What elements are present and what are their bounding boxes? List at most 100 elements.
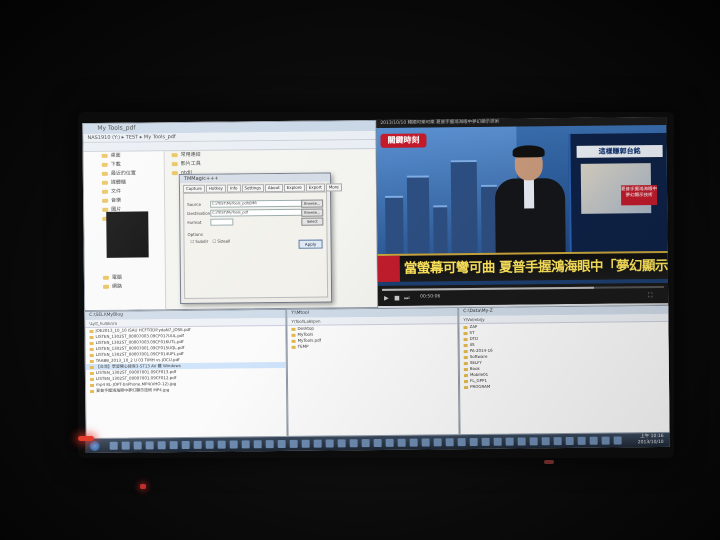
taskbar-app-icon[interactable] (277, 439, 286, 449)
red-indicator-light (78, 436, 94, 441)
taskbar-app-icon[interactable] (397, 438, 406, 447)
list-item[interactable]: PROGRAM (460, 382, 670, 390)
taskbar-app-icon[interactable] (313, 439, 322, 448)
taskbar-app-icon[interactable] (253, 440, 262, 449)
taskbar-app-icon[interactable] (493, 437, 502, 446)
taskbar-app-icon[interactable] (553, 437, 562, 446)
dialog-tab[interactable]: Explore (283, 183, 305, 192)
taskbar-app-icon[interactable] (169, 441, 178, 450)
folder-icon (464, 385, 469, 389)
taskbar-app-icon[interactable] (325, 439, 334, 448)
dialog-tab[interactable]: Settings (241, 184, 264, 193)
taskbar-app-icon[interactable] (109, 441, 118, 450)
play-icon[interactable]: ▶ (384, 295, 389, 302)
taskbar-app-icon[interactable] (349, 439, 358, 448)
taskbar-app-icon[interactable] (229, 440, 238, 449)
seek-bar[interactable] (382, 285, 665, 291)
taskbar-app-icon[interactable] (193, 440, 202, 449)
nav-item[interactable]: 網路 (85, 282, 165, 292)
dialog-tab[interactable]: About (264, 183, 283, 193)
destination-field[interactable]: C:\TEST\MyTools_pdf (210, 208, 306, 217)
next-icon[interactable]: ⏭ (404, 295, 409, 303)
folder-icon (291, 327, 296, 331)
apply-button[interactable]: Apply (298, 239, 323, 249)
ticker-accent (377, 255, 400, 282)
taskbar-app-icon[interactable] (205, 440, 214, 449)
stop-icon[interactable]: ■ (394, 295, 400, 302)
dialog-tab[interactable]: Capture (182, 184, 205, 194)
source-field[interactable]: C:\TEST\MyTools_pdf\EMR (210, 199, 306, 208)
select-button[interactable]: Select (301, 217, 324, 226)
file-pane-middle[interactable]: Y:\Mtool Y\Tool\LaB\pvn Desktop MyTools … (286, 307, 460, 437)
taskbar-app-icon[interactable] (133, 441, 142, 450)
browse-button[interactable]: Browse... (301, 199, 324, 208)
taskbar-app-icon[interactable] (541, 437, 550, 446)
list-item[interactable]: 夏普手握鴻海眼中夢幻顯示技術 MP4.jpg (86, 386, 286, 394)
info-panel: 這樣賺郭台銘 夏普手握鴻海眼中夢幻顯示技術 (568, 132, 668, 254)
system-clock[interactable]: 上午 10:16 2013/10/10 (638, 434, 664, 446)
file-icon (89, 371, 94, 375)
taskbar-app-icon[interactable] (601, 436, 610, 445)
taskbar-app-icon[interactable] (265, 440, 274, 449)
video-player-window[interactable]: 2013/10/10 韓國可樂可樂 夏普手握鴻海眼中夢幻顯示技術 關鍵時刻 這樣… (376, 116, 669, 306)
options-label: Options (187, 231, 203, 237)
taskbar-app-icon[interactable] (181, 440, 190, 450)
taskbar-app-icon[interactable] (289, 439, 298, 448)
format-select[interactable] (210, 218, 234, 226)
taskbar-app-icon[interactable] (385, 438, 394, 447)
dialog-tab[interactable]: Hotkey (205, 184, 226, 193)
taskbar-app-icon[interactable] (433, 438, 442, 447)
taskbar-app-icon[interactable] (373, 438, 382, 448)
anchor-shirt (523, 178, 535, 209)
folder-icon (463, 379, 469, 383)
ticker-headline: 當螢幕可彎可曲 夏普手握鴻海眼中「夢幻顯示技術」! (403, 257, 668, 277)
folder-icon (463, 361, 468, 365)
taskbar-app-icon[interactable] (589, 436, 598, 445)
info-panel-caption: 夏普手握鴻海眼中夢幻顯示技術 (620, 185, 658, 206)
checkbox-sizeall[interactable]: ☐ Sizeall (213, 239, 231, 244)
file-icon (90, 389, 95, 393)
file-pane-right[interactable]: C:\Data\My-Z Y\Vo\mb\jy ZAP ST DTD IIS P… (458, 304, 670, 436)
taskbar-app-icon[interactable] (145, 441, 154, 450)
file-pane-left[interactable]: C:\SELI\MyBlog \Ly\t_hu\Bu\ra JOE2013_10… (84, 308, 288, 440)
browse-button-2[interactable]: Browse... (301, 208, 324, 217)
folder-icon (463, 325, 468, 329)
taskbar-app-icon[interactable] (217, 440, 226, 449)
taskbar-app-icon[interactable] (157, 441, 166, 450)
folder-icon (291, 333, 296, 337)
taskbar-app-icon[interactable] (505, 437, 514, 446)
taskbar-app-icon[interactable] (361, 439, 370, 448)
taskbar-app-icon[interactable] (469, 437, 478, 447)
building (385, 195, 404, 258)
taskbar-app-icon[interactable] (481, 437, 490, 446)
taskbar-app-icon[interactable] (409, 438, 418, 447)
taskbar-app-icon[interactable] (457, 438, 466, 447)
taskbar-app-icon[interactable] (445, 438, 454, 447)
info-panel-heading: 這樣賺郭台銘 (576, 144, 663, 158)
checkbox-subdir[interactable]: ☐ Subdir (191, 239, 209, 244)
file-icon (90, 383, 95, 387)
taskbar-app-icon[interactable] (613, 436, 622, 445)
taskbar-app-icon[interactable] (421, 438, 430, 447)
folder-icon (171, 170, 178, 175)
taskbar-app-icon[interactable] (121, 441, 130, 450)
dialog-tab[interactable]: More (325, 183, 342, 192)
taskbar-app-icon[interactable] (577, 436, 586, 445)
file-icon (89, 377, 94, 381)
dialog-body: Source C:\TEST\MyTools_pdf\EMR Browse...… (183, 191, 329, 300)
start-button[interactable] (89, 440, 100, 452)
file-icon (89, 353, 94, 357)
anchor-hair (512, 145, 545, 158)
dialog-tab[interactable]: Export (305, 183, 325, 192)
taskbar-app-icon[interactable] (517, 437, 526, 446)
taskbar-app-icon[interactable] (337, 439, 346, 448)
taskbar-app-icon[interactable] (301, 439, 310, 448)
video-frame[interactable]: 關鍵時刻 這樣賺郭台銘 夏普手握鴻海眼中夢幻顯示技術 當螢幕可彎可曲 夏普手握鴻… (376, 124, 668, 286)
taskbar-app-icon[interactable] (241, 440, 250, 449)
fullscreen-icon[interactable]: ⛶ (648, 292, 652, 300)
taskbar-app-icon[interactable] (529, 437, 538, 446)
dialog-tab[interactable]: Info (226, 184, 241, 193)
tool-dialog[interactable]: TMMagic+++ Capture Hotkey Info Settings … (178, 172, 342, 305)
taskbar-app-icon[interactable] (565, 436, 574, 446)
dim-indicator-light (544, 460, 554, 464)
